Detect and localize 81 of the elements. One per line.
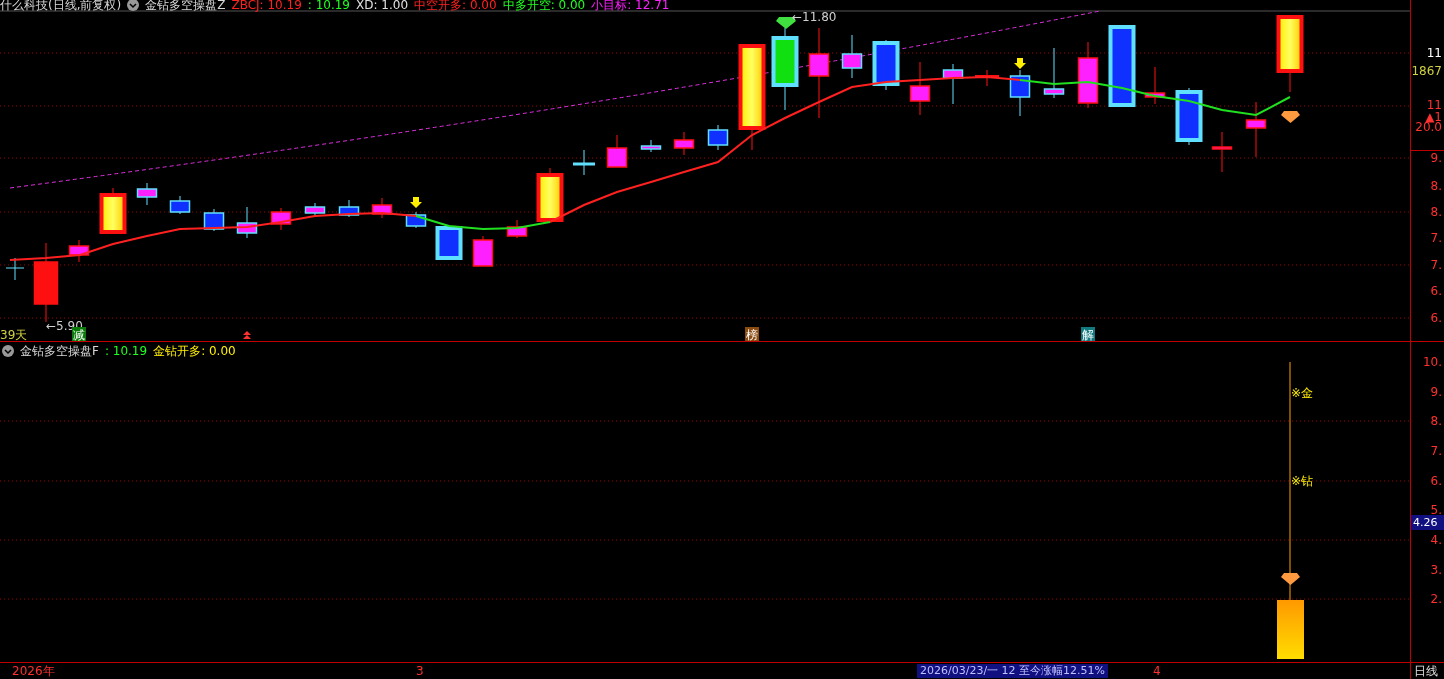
- axis-label: 9.: [1430, 150, 1442, 166]
- axis-label: ▲1: [1425, 109, 1442, 124]
- candlestick: [1175, 87, 1203, 146]
- indicator-value: 金钻开多: 0.00: [153, 344, 236, 359]
- candlestick: [1211, 131, 1233, 173]
- signal-label: ※钻: [1291, 474, 1314, 489]
- axis-label: 5.: [1430, 502, 1442, 518]
- current-value-badge: 4.26: [1411, 515, 1444, 531]
- axis-label: 6.: [1430, 310, 1442, 326]
- axis-label: 2.: [1430, 591, 1442, 608]
- collapse-icon[interactable]: [127, 0, 140, 11]
- signal-tag: 解: [1081, 327, 1095, 342]
- time-label: 3: [416, 664, 424, 678]
- candlestick: [1043, 47, 1065, 99]
- cross-candle: [5, 257, 25, 281]
- axis-label: 7.: [1430, 230, 1442, 246]
- axis-label: 7.: [1430, 257, 1442, 273]
- candlestick: [640, 139, 662, 153]
- candlestick: [942, 63, 964, 105]
- axis-label: 10.: [1422, 354, 1442, 371]
- signal-tag: 榜: [745, 327, 759, 342]
- high-price-label: ←11.80: [792, 10, 837, 24]
- axis-label: 8.: [1430, 178, 1442, 194]
- stock-title: 什么科技(日线,前复权): [0, 0, 122, 12]
- axis-label: 7.: [1430, 443, 1442, 460]
- doji-candle: [974, 69, 1000, 87]
- candlestick: [1009, 69, 1031, 117]
- axis-label: 4.: [1430, 532, 1442, 549]
- candlestick: [435, 224, 463, 261]
- axis-label: 3.: [1430, 562, 1442, 579]
- time-label: 2026年: [12, 664, 55, 678]
- candlestick: [136, 182, 158, 206]
- signal-label: ※金: [1291, 386, 1314, 401]
- axis-label: 1867: [1411, 63, 1442, 79]
- indicator-value: XD: 1.00: [356, 0, 409, 12]
- period-label: 日线: [1414, 664, 1438, 678]
- axis-label: 11: [1426, 97, 1442, 112]
- indicator-value: : 10.19: [104, 344, 148, 359]
- candlestick: [872, 39, 900, 91]
- axis-label: 6.: [1430, 283, 1442, 299]
- indicator-value: ZBCJ: 10.19: [231, 0, 302, 12]
- down-arrow-icon: [410, 197, 422, 208]
- up-arrow-icon: [243, 331, 251, 339]
- candlestick: [68, 239, 90, 263]
- candlestick: [472, 235, 494, 267]
- candlestick: [304, 202, 326, 217]
- axis-label: 8.: [1430, 204, 1442, 220]
- candlestick: [236, 206, 258, 239]
- collapse-icon[interactable]: [2, 345, 14, 358]
- candlestick: [338, 199, 360, 218]
- candlestick: [1245, 101, 1267, 158]
- candlestick: [506, 219, 528, 239]
- candlestick: [99, 187, 127, 234]
- candlestick: [405, 211, 427, 229]
- axis-label: 11: [1426, 45, 1442, 61]
- signal-bar: [1277, 600, 1304, 660]
- axis-label: 6.: [1430, 473, 1442, 490]
- cross-candle: [573, 149, 595, 176]
- candlestick: [606, 134, 628, 168]
- candlestick: [270, 207, 292, 231]
- time-label: 4: [1153, 664, 1161, 678]
- candlestick: [1144, 66, 1166, 105]
- candlestick: [841, 34, 863, 79]
- candlestick: [909, 61, 931, 116]
- indicator-value: 小目标: 12.71: [591, 0, 670, 12]
- candlestick: [371, 197, 393, 219]
- diamond-icon: [1281, 111, 1300, 123]
- candlestick: [1077, 41, 1099, 109]
- indicator-value: : 10.19: [307, 0, 350, 12]
- diamond-icon: [1281, 573, 1300, 586]
- candlestick: [536, 167, 564, 222]
- indicator-name: 金钻多空操盘F: [20, 344, 99, 359]
- candlestick: [203, 208, 225, 232]
- day-count-label: 39天: [0, 328, 28, 342]
- candlestick: [169, 195, 191, 215]
- axis-label: 8.: [1430, 413, 1442, 430]
- down-arrow-icon: [1014, 58, 1026, 69]
- date-cursor-label: 2026/03/23/一 12 至今涨幅12.51%: [917, 664, 1109, 678]
- candlestick: [673, 131, 695, 156]
- axis-label: 9.: [1430, 384, 1442, 401]
- candlestick: [707, 124, 729, 151]
